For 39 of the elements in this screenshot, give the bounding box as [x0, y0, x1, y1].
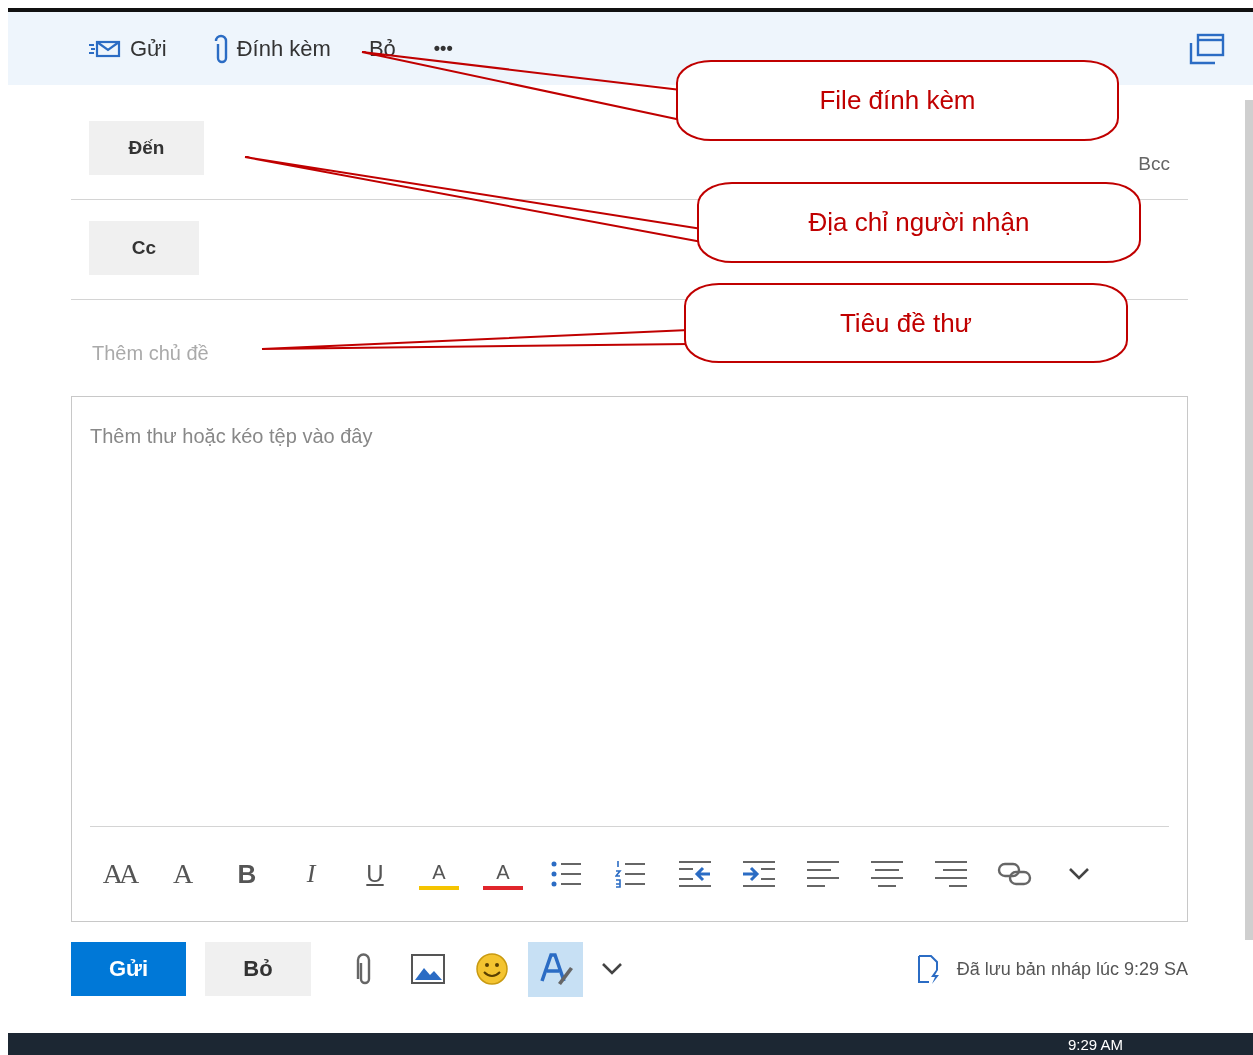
image-icon — [410, 954, 445, 984]
editor-button[interactable] — [528, 941, 583, 997]
callout-text: Địa chỉ người nhận — [807, 206, 1031, 239]
more-button[interactable]: ••• — [433, 38, 453, 59]
link-icon — [997, 861, 1033, 887]
underline-button[interactable]: U — [355, 854, 395, 894]
clock: 9:29 AM — [1068, 1036, 1124, 1053]
send-button[interactable]: Gửi — [71, 942, 186, 996]
paperclip-icon — [212, 33, 229, 64]
highlight-button[interactable]: A — [419, 858, 459, 890]
scrollbar[interactable] — [1245, 100, 1253, 940]
chevron-down-icon — [1068, 867, 1090, 881]
align-right-icon — [934, 860, 968, 888]
grow-font-button[interactable]: A — [163, 854, 203, 894]
bullet-list-icon — [551, 860, 583, 888]
chevron-down-icon — [601, 962, 623, 976]
smiley-icon — [474, 952, 509, 986]
bcc-link[interactable]: Bcc — [1138, 153, 1170, 175]
paperclip-icon — [354, 952, 373, 986]
align-left-icon — [806, 860, 840, 888]
to-button[interactable]: Đến — [89, 121, 204, 175]
cc-button[interactable]: Cc — [89, 221, 199, 275]
send-button[interactable]: Gửi — [88, 35, 167, 62]
font-size-button[interactable]: AA — [99, 854, 139, 894]
message-field[interactable]: Thêm thư hoặc kéo tệp vào đây AA A B I U A A — [71, 396, 1188, 922]
attach-button[interactable]: Đính kèm — [212, 33, 331, 64]
draft-status: Đã lưu bản nháp lúc 9:29 SA — [956, 958, 1188, 980]
numbered-list-icon — [615, 860, 647, 888]
italic-button[interactable]: I — [291, 854, 331, 894]
outdent-icon — [678, 860, 712, 888]
callout-text: File đính kèm — [818, 84, 977, 117]
callout-text: Tiêu đề thư — [838, 306, 974, 340]
bold-button[interactable]: B — [227, 854, 267, 894]
subject-field[interactable]: Thêm chủ đề — [92, 341, 492, 365]
indent-icon — [742, 860, 776, 888]
discard-button[interactable]: Bỏ — [205, 942, 311, 996]
popout-icon[interactable] — [1189, 32, 1225, 65]
font-color-button[interactable]: A — [483, 858, 523, 890]
align-center-icon — [870, 860, 904, 888]
